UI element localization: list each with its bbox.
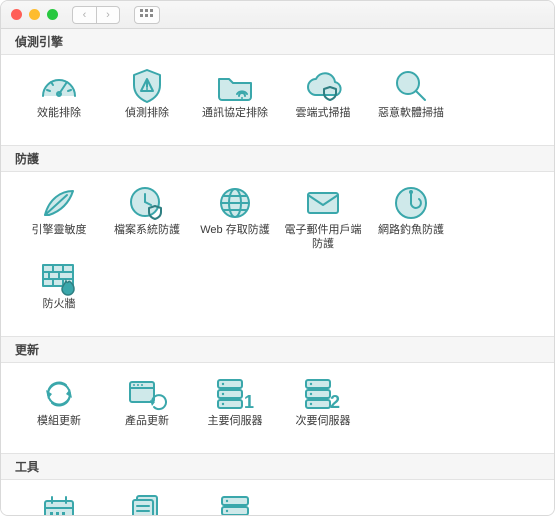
item-firewall[interactable]: 防火牆 [15,254,103,326]
section-body-tools: 排程器 防護記錄檔案 Proxy 伺服器 [1,480,554,516]
item-cloud-scan[interactable]: 雲端式掃描 [279,63,367,135]
item-filesystem-protection[interactable]: 檔案系統防護 [103,180,191,254]
item-label: 主要伺服器 [208,415,263,441]
item-label: 偵測排除 [125,107,169,133]
minimize-icon[interactable] [29,9,40,20]
show-all-button[interactable] [134,6,160,24]
item-primary-server[interactable]: 1 主要伺服器 [191,371,279,443]
preferences-window: ‹ › 偵測引擎 效能排除 偵測排除 [0,0,555,516]
section-body-update: 模組更新 產品更新 1 主要伺服器 2 次要伺服器 [1,363,554,453]
gauge-icon [39,68,79,104]
chevron-right-icon: › [106,9,110,21]
item-proxy-server[interactable]: Proxy 伺服器 [191,488,279,516]
content: 偵測引擎 效能排除 偵測排除 通訊協定排除 雲端式掃描 惡意軟體掃描 [1,29,554,515]
item-label: 檔案系統防護 [114,224,180,250]
item-detection-exclusions[interactable]: 偵測排除 [103,63,191,135]
item-product-update[interactable]: 產品更新 [103,371,191,443]
server-1-icon: 1 [214,376,256,412]
item-log-files[interactable]: 防護記錄檔案 [103,488,191,516]
item-label: 次要伺服器 [296,415,351,441]
section-header-detection: 偵測引擎 [1,29,554,55]
item-label: 網路釣魚防護 [378,224,444,250]
envelope-icon [303,187,343,219]
item-label: 雲端式掃描 [296,107,351,133]
item-label: Web 存取防護 [200,224,269,250]
grid-icon [140,9,154,21]
item-label: 通訊協定排除 [202,107,268,133]
item-engine-sensitivity[interactable]: 引擎靈敏度 [15,180,103,254]
item-performance-exclusions[interactable]: 效能排除 [15,63,103,135]
item-label: 模組更新 [37,415,81,441]
documents-icon [127,492,167,516]
globe-icon [216,184,254,222]
item-label: 效能排除 [37,107,81,133]
item-antiphishing[interactable]: 網路釣魚防護 [367,180,455,254]
folder-wifi-icon [215,69,255,103]
server-2-icon: 2 [302,376,344,412]
number-2: 2 [330,392,340,412]
section-body-detection: 效能排除 偵測排除 通訊協定排除 雲端式掃描 惡意軟體掃描 [1,55,554,145]
item-secondary-server[interactable]: 2 次要伺服器 [279,371,367,443]
magnifier-icon [392,67,430,105]
item-protocol-exclusions[interactable]: 通訊協定排除 [191,63,279,135]
titlebar: ‹ › [1,1,554,29]
section-header-tools: 工具 [1,453,554,480]
calendar-icon [40,493,78,516]
shield-alert-icon [128,67,166,105]
section-header-protection: 防護 [1,145,554,172]
item-web-protection[interactable]: Web 存取防護 [191,180,279,254]
box-refresh-icon [126,376,168,412]
firewall-icon [39,259,79,295]
forward-button[interactable]: › [96,6,120,24]
item-module-update[interactable]: 模組更新 [15,371,103,443]
close-icon[interactable] [11,9,22,20]
number-1: 1 [244,392,254,412]
refresh-icon [40,376,78,412]
hook-icon [392,184,430,222]
item-label: 引擎靈敏度 [32,224,87,250]
feather-icon [39,185,79,221]
nav-buttons: ‹ › [72,6,120,24]
section-header-update: 更新 [1,336,554,363]
item-label: 惡意軟體掃描 [378,107,444,133]
back-button[interactable]: ‹ [72,6,96,24]
section-body-protection: 引擎靈敏度 檔案系統防護 Web 存取防護 電子郵件用戶端防護 網路釣魚防護 防… [1,172,554,336]
server-icon [216,493,254,516]
cloud-shield-icon [302,69,344,103]
item-scheduler[interactable]: 排程器 [15,488,103,516]
item-label: 電子郵件用戶端防護 [281,224,365,252]
item-label: 產品更新 [125,415,169,441]
item-malware-scan[interactable]: 惡意軟體掃描 [367,63,455,135]
item-email-protection[interactable]: 電子郵件用戶端防護 [279,180,367,254]
window-controls [11,9,58,20]
zoom-icon[interactable] [47,9,58,20]
chevron-left-icon: ‹ [83,9,87,21]
clock-shield-icon [127,184,167,222]
item-label: 防火牆 [43,298,76,324]
